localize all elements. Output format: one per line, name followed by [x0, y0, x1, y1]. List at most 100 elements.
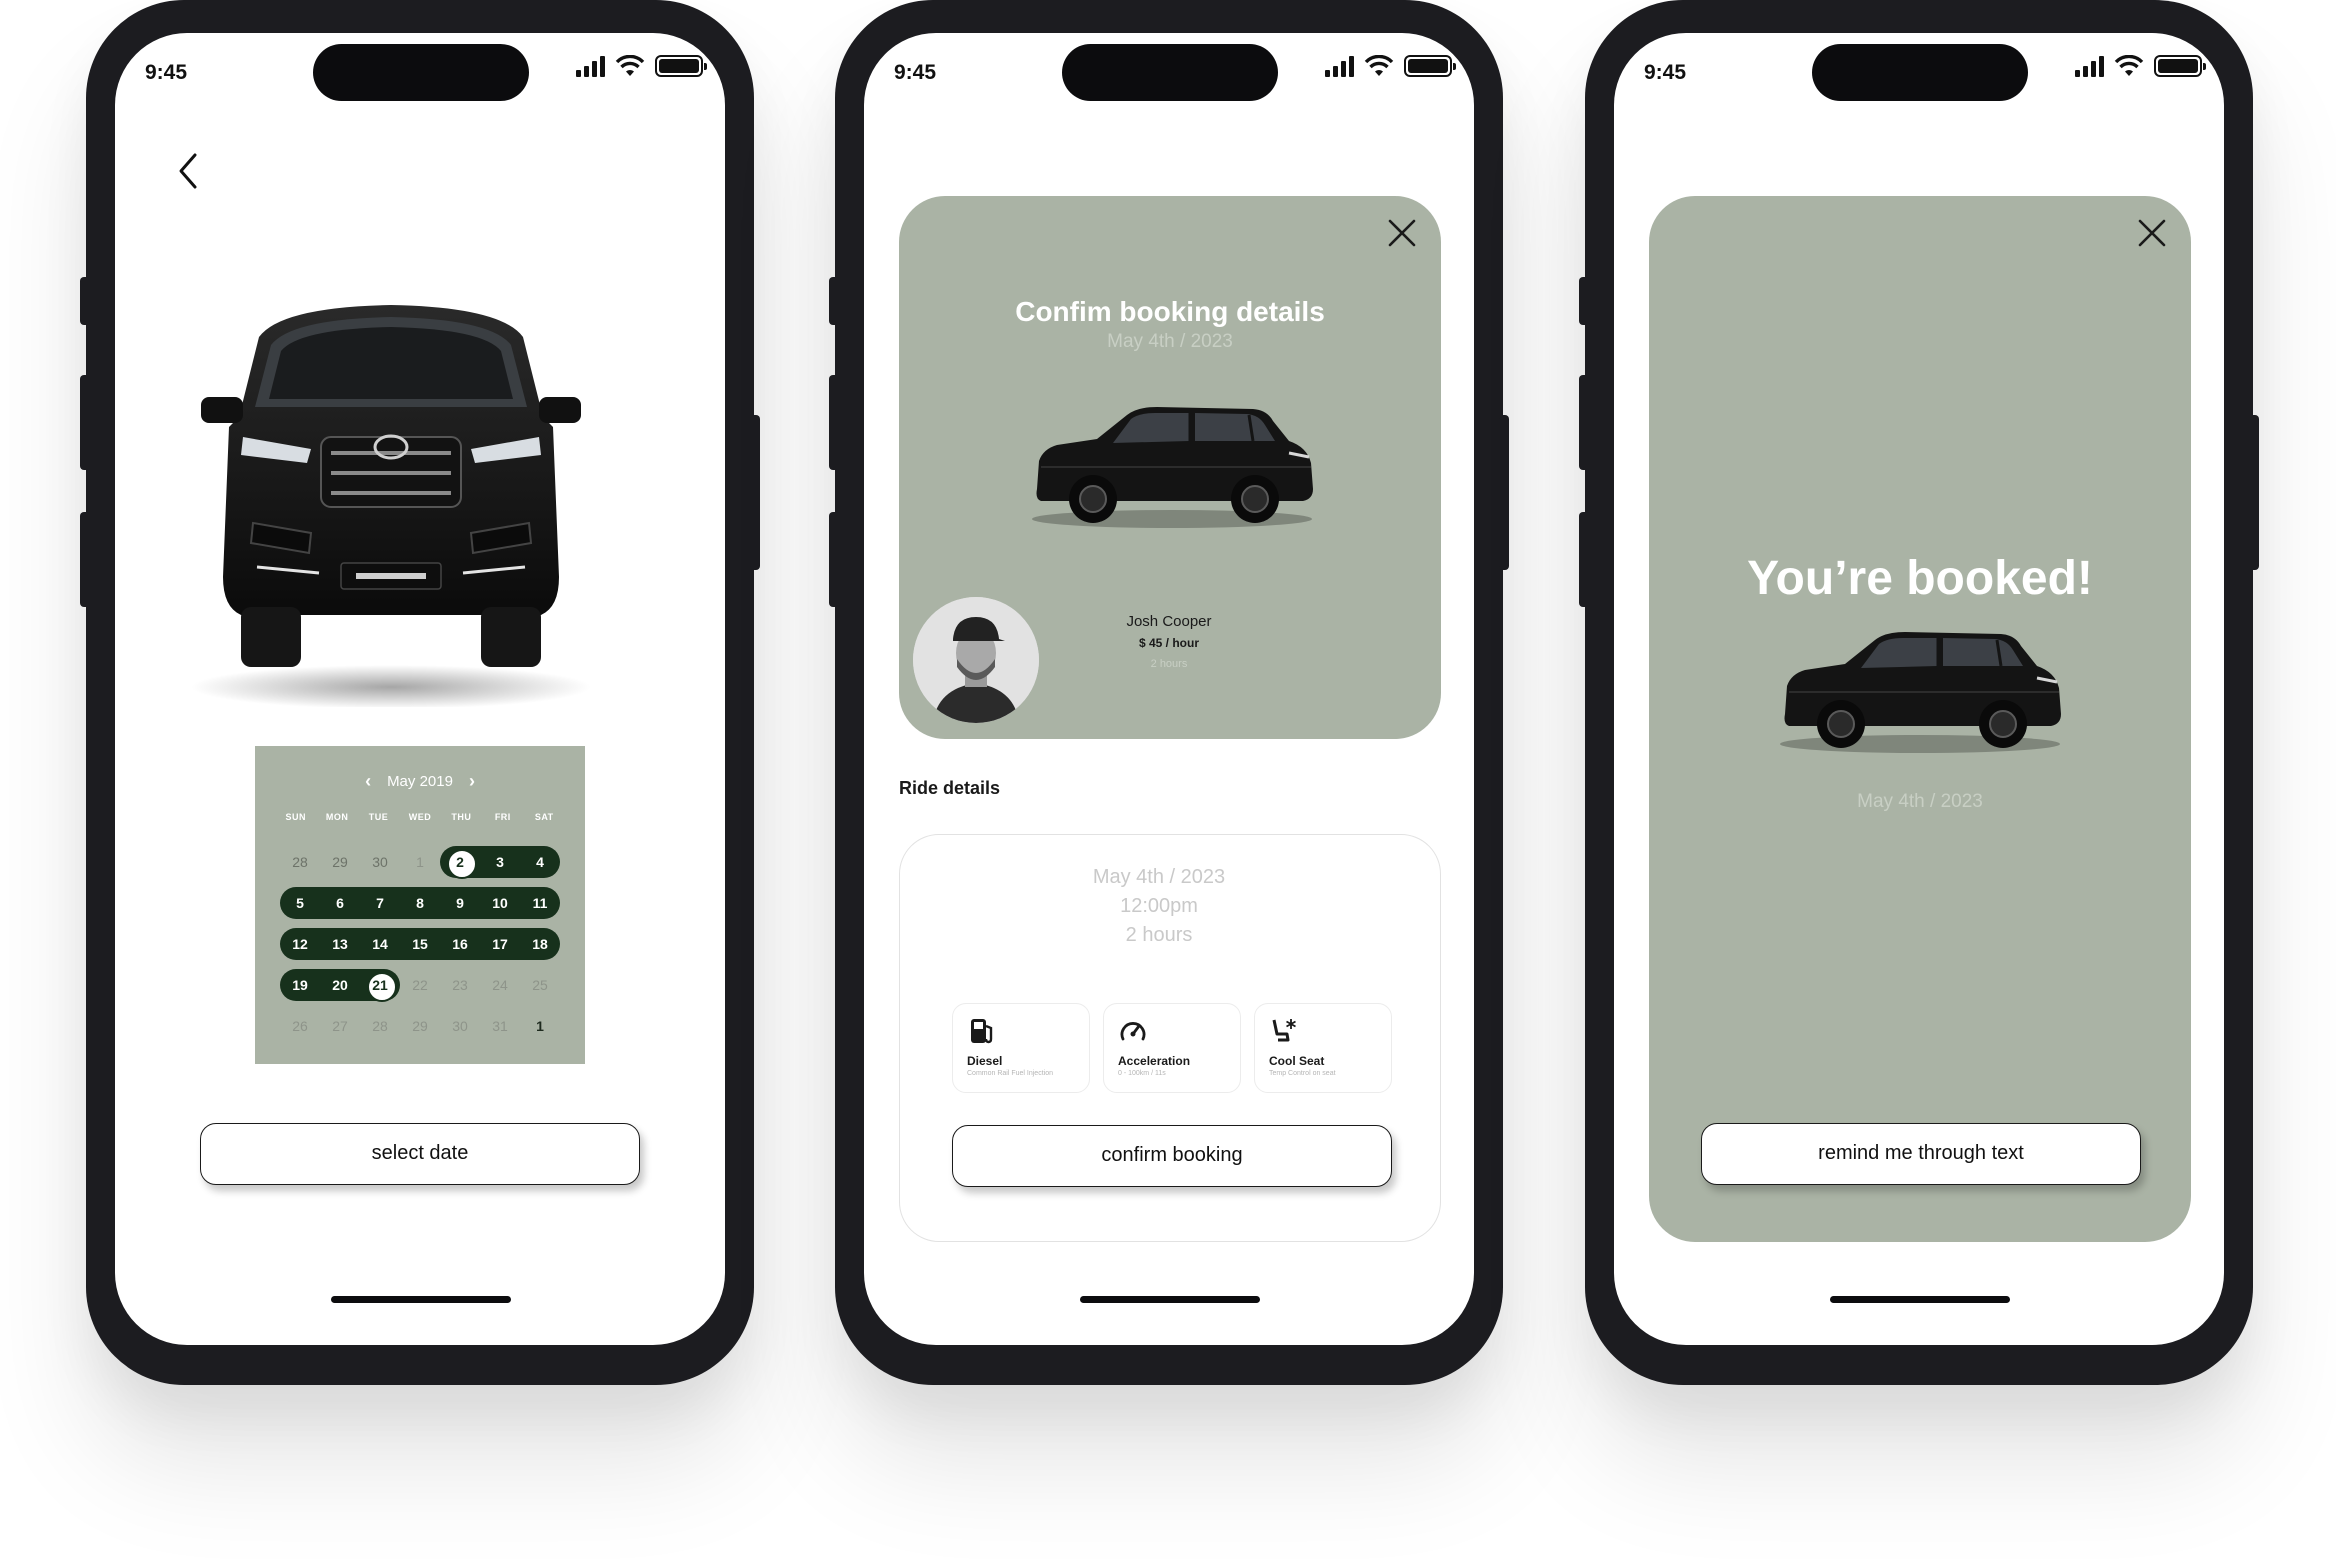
- calendar-day[interactable]: 29: [320, 846, 360, 878]
- calendar-day[interactable]: 7: [360, 887, 400, 919]
- calendar-day[interactable]: 26: [280, 1010, 320, 1042]
- calendar-day[interactable]: 19: [280, 969, 320, 1001]
- ride-details-card: May 4th / 2023 12:00pm 2 hours Diesel Co…: [899, 834, 1441, 1242]
- car-side-image: [1032, 407, 1313, 528]
- ride-summary: May 4th / 2023 12:00pm 2 hours: [900, 863, 1418, 950]
- battery-icon: [2154, 55, 2206, 77]
- calendar-day[interactable]: 15: [400, 928, 440, 960]
- calendar-day[interactable]: 9: [440, 887, 480, 919]
- feature-card-cool-seat: Cool Seat Temp Control on seat: [1254, 1003, 1392, 1093]
- feature-card-acceleration: Acceleration 0 - 100km / 11s: [1103, 1003, 1241, 1093]
- status-time: 9:45: [1644, 61, 1687, 84]
- calendar-day[interactable]: 20: [320, 969, 360, 1001]
- dynamic-island: [1812, 44, 2028, 101]
- home-indicator[interactable]: [331, 1296, 511, 1303]
- calendar-day[interactable]: 10: [480, 887, 520, 919]
- signal-icon: [1325, 55, 1354, 77]
- calendar-day[interactable]: 1: [400, 846, 440, 878]
- phone-frame-confirm-booking: 9:45 Confim booking details May 4th / 20…: [829, 0, 1509, 1385]
- confirm-booking-button[interactable]: confirm booking: [952, 1125, 1392, 1187]
- calendar-day[interactable]: 17: [480, 928, 520, 960]
- calendar-day[interactable]: 30: [360, 846, 400, 878]
- home-indicator[interactable]: [1080, 1296, 1260, 1303]
- phone-frame-booked: 9:45 You’re booked! May 4th / 2023 remin…: [1579, 0, 2259, 1385]
- calendar-day[interactable]: 4: [520, 846, 560, 878]
- weekday-label: WED: [408, 812, 432, 822]
- volume-down-button: [80, 512, 90, 607]
- calendar-day[interactable]: 23: [440, 969, 480, 1001]
- calendar-day[interactable]: 22: [400, 969, 440, 1001]
- calendar-week-row: 28 29 30 1 2 3 4: [280, 846, 560, 879]
- wifi-icon: [1364, 55, 1394, 76]
- fuel-pump-icon: [971, 1019, 993, 1044]
- power-button: [2249, 415, 2259, 570]
- close-icon[interactable]: [1385, 216, 1419, 250]
- calendar-week-row: 5 6 7 8 9 10 11: [280, 887, 560, 919]
- calendar-day[interactable]: 29: [400, 1010, 440, 1042]
- driver-name: Josh Cooper: [1126, 613, 1212, 630]
- calendar-day[interactable]: 25: [520, 969, 560, 1001]
- calendar-day[interactable]: 18: [520, 928, 560, 960]
- booked-date: May 4th / 2023: [1857, 791, 1983, 812]
- feature-title: Acceleration: [1118, 1054, 1191, 1068]
- calendar-week-row: 12 13 14 15 16 17 18: [280, 928, 560, 960]
- side-button: [80, 277, 90, 325]
- calendar-day[interactable]: 30: [440, 1010, 480, 1042]
- calendar-day[interactable]: 31: [480, 1010, 520, 1042]
- select-date-button[interactable]: select date: [200, 1123, 640, 1185]
- calendar-day[interactable]: 24: [480, 969, 520, 1001]
- weekday-label: SAT: [534, 812, 554, 822]
- calendar-day[interactable]: 3: [480, 846, 520, 878]
- ride-details-heading: Ride details: [899, 778, 1001, 798]
- calendar-header: ‹ May 2019 ›: [255, 772, 585, 790]
- ride-duration: 2 hours: [1125, 924, 1193, 946]
- status-icons: [2075, 55, 2206, 77]
- driver-price: $ 45 / hour: [1138, 636, 1200, 650]
- calendar-day[interactable]: 6: [320, 887, 360, 919]
- status-icons: [576, 55, 707, 77]
- screen-date-selection: 9:45 ‹ May 2019 › SUN MON TUE WED THU FR…: [115, 33, 725, 1345]
- calendar-day-range-end[interactable]: 21: [360, 969, 400, 1002]
- feature-title: Cool Seat: [1269, 1054, 1325, 1068]
- calendar-day[interactable]: 13: [320, 928, 360, 960]
- calendar-day[interactable]: 28: [280, 846, 320, 878]
- weekday-label: TUE: [368, 812, 389, 822]
- wifi-icon: [615, 55, 645, 76]
- calendar-day[interactable]: 1: [520, 1010, 560, 1042]
- calendar-day[interactable]: 5: [280, 887, 320, 919]
- calendar-day-range-start[interactable]: 2: [440, 846, 480, 879]
- dynamic-island: [313, 44, 529, 101]
- calendar-day[interactable]: 16: [440, 928, 480, 960]
- screen-booked: 9:45 You’re booked! May 4th / 2023 remin…: [1614, 33, 2224, 1345]
- driver-avatar: [913, 597, 1039, 723]
- booking-title: Confim booking details: [1015, 296, 1325, 327]
- next-month-chevron-icon[interactable]: ›: [469, 772, 475, 790]
- feature-card-diesel: Diesel Common Rail Fuel Injection: [952, 1003, 1090, 1093]
- remind-me-button[interactable]: remind me through text: [1701, 1123, 2141, 1185]
- calendar-day[interactable]: 12: [280, 928, 320, 960]
- volume-down-button: [1579, 512, 1589, 607]
- status-time: 9:45: [894, 61, 937, 84]
- battery-icon: [1404, 55, 1456, 77]
- status-icons: [1325, 55, 1456, 77]
- volume-up-button: [829, 375, 839, 470]
- back-chevron-icon[interactable]: [175, 151, 201, 191]
- calendar-day[interactable]: 11: [520, 887, 560, 919]
- calendar-day[interactable]: 14: [360, 928, 400, 960]
- booking-date: May 4th / 2023: [1107, 331, 1233, 352]
- phone-frame-date-selection: 9:45 ‹ May 2019 › SUN MON TUE WED THU FR…: [80, 0, 760, 1385]
- close-icon[interactable]: [2135, 216, 2169, 250]
- calendar-day[interactable]: 8: [400, 887, 440, 919]
- home-indicator[interactable]: [1830, 1296, 2010, 1303]
- calendar-day[interactable]: 28: [360, 1010, 400, 1042]
- calendar-week-row: 26 27 28 29 30 31 1: [280, 1010, 560, 1042]
- booking-summary-card: Confim booking details May 4th / 2023 Jo…: [899, 196, 1441, 739]
- prev-month-chevron-icon[interactable]: ‹: [365, 772, 371, 790]
- calendar-month-label: May 2019: [387, 772, 453, 790]
- car-front-image: [191, 305, 591, 707]
- volume-up-button: [80, 375, 90, 470]
- calendar-day[interactable]: 27: [320, 1010, 360, 1042]
- driver-info: Josh Cooper $ 45 / hour 2 hours: [1059, 613, 1279, 670]
- battery-icon: [655, 55, 707, 77]
- dynamic-island: [1062, 44, 1278, 101]
